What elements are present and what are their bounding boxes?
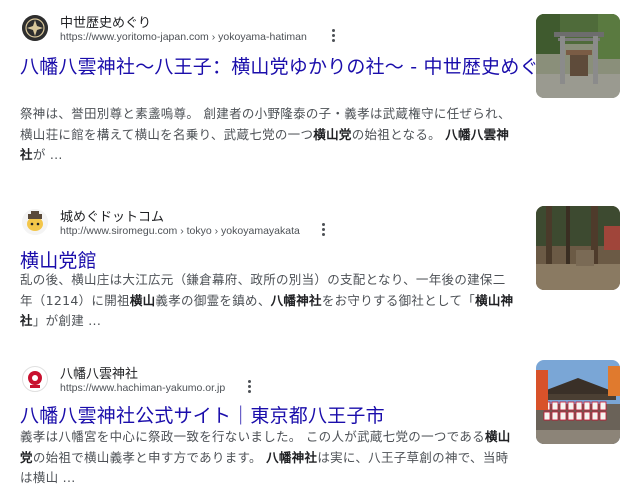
site-name: 城めぐドットコム (60, 210, 165, 225)
snippet-text: 横山荘に館を構えて横山を名乗り、武蔵七党の一つ (20, 126, 314, 142)
snippet-text: が ... (32, 147, 63, 162)
snippet-text: は実に、八王子草創の神で、当時 (317, 449, 509, 465)
site-logo-icon (22, 15, 48, 41)
snippet-text: 祭神は、誉田別尊と素盞嗚尊。 創建者の小野隆泰の子・義孝は武蔵権守に任ぜられ、 (20, 106, 511, 121)
snippet-text: 義孝の御霊を鎮め、 (155, 292, 271, 308)
snippet-highlight: 社 (20, 313, 33, 328)
result-snippet: 乱の後、横山庄は大江広元（鎌倉幕府、政所の別当）の支配となり、一年後の建保二 年… (20, 270, 518, 332)
result-snippet: 祭神は、誉田別尊と素盞嗚尊。 創建者の小野隆泰の子・義孝は武蔵権守に任ぜられ、 … (20, 104, 518, 166)
result-thumbnail[interactable] (536, 206, 620, 290)
result-title-link[interactable]: 八幡八雲神社公式サイト｜東京都八王子市 (20, 401, 385, 428)
result-title-link[interactable]: 八幡八雲神社〜八王子：横山党ゆかりの社〜 - 中世歴史めぐり (20, 52, 558, 79)
result-title-link[interactable]: 横山党館 (20, 246, 97, 273)
snippet-text: の始祖で横山義孝と申す方であります。 (32, 449, 267, 465)
snippet-highlight: 党 (20, 449, 33, 465)
shrine-crest-icon (22, 366, 48, 392)
site-header[interactable]: 八幡八雲神社 https://www.hachiman-yakumo.or.jp (22, 363, 522, 397)
result-thumbnail[interactable] (536, 14, 620, 98)
snippet-text: は横山 ... (20, 470, 76, 485)
snippet-text: 」が創建 ... (32, 313, 102, 328)
result-snippet: 義孝は八幡宮を中心に祭政一致を行ないました。 この人が武蔵七党の一つである横山 … (20, 427, 518, 489)
result-thumbnail[interactable] (536, 360, 620, 444)
snippet-highlight: 八幡神社 (270, 292, 322, 308)
snippet-text: をお守りする御社として「 (321, 292, 476, 308)
snippet-text: 年（1214）に開祖 (20, 292, 130, 308)
site-header[interactable]: 中世歴史めぐり https://www.yoritomo-japan.com ›… (22, 12, 522, 46)
site-header[interactable]: 城めぐドットコム http://www.siromegu.com › tokyo… (22, 206, 522, 240)
snippet-highlight: 横山 (129, 292, 156, 308)
site-url: https://www.yoritomo-japan.com › yokoyam… (60, 31, 307, 43)
snippet-highlight: 八幡八雲神 (445, 126, 510, 142)
site-url: https://www.hachiman-yakumo.or.jp (60, 382, 226, 394)
site-name: 八幡八雲神社 (60, 367, 139, 382)
site-url: http://www.siromegu.com › tokyo › yokoya… (60, 225, 300, 237)
snippet-highlight: 社 (20, 147, 33, 162)
more-options-icon[interactable] (242, 377, 256, 395)
snippet-highlight: 横山党 (313, 126, 352, 142)
snippet-highlight: 横山神 (475, 292, 514, 308)
site-name: 中世歴史めぐり (60, 16, 152, 31)
snippet-highlight: 横山 (484, 429, 511, 444)
more-options-icon[interactable] (316, 220, 330, 238)
snippet-text: 乱の後、横山庄は大江広元（鎌倉幕府、政所の別当）の支配となり、一年後の建保二 (20, 272, 506, 287)
snippet-text: 義孝は八幡宮を中心に祭政一致を行ないました。 この人が武蔵七党の一つである (20, 429, 485, 444)
castle-mascot-icon (22, 209, 48, 235)
snippet-highlight: 八幡神社 (266, 449, 318, 465)
more-options-icon[interactable] (326, 26, 340, 44)
snippet-text: の始祖となる。 (351, 126, 446, 142)
